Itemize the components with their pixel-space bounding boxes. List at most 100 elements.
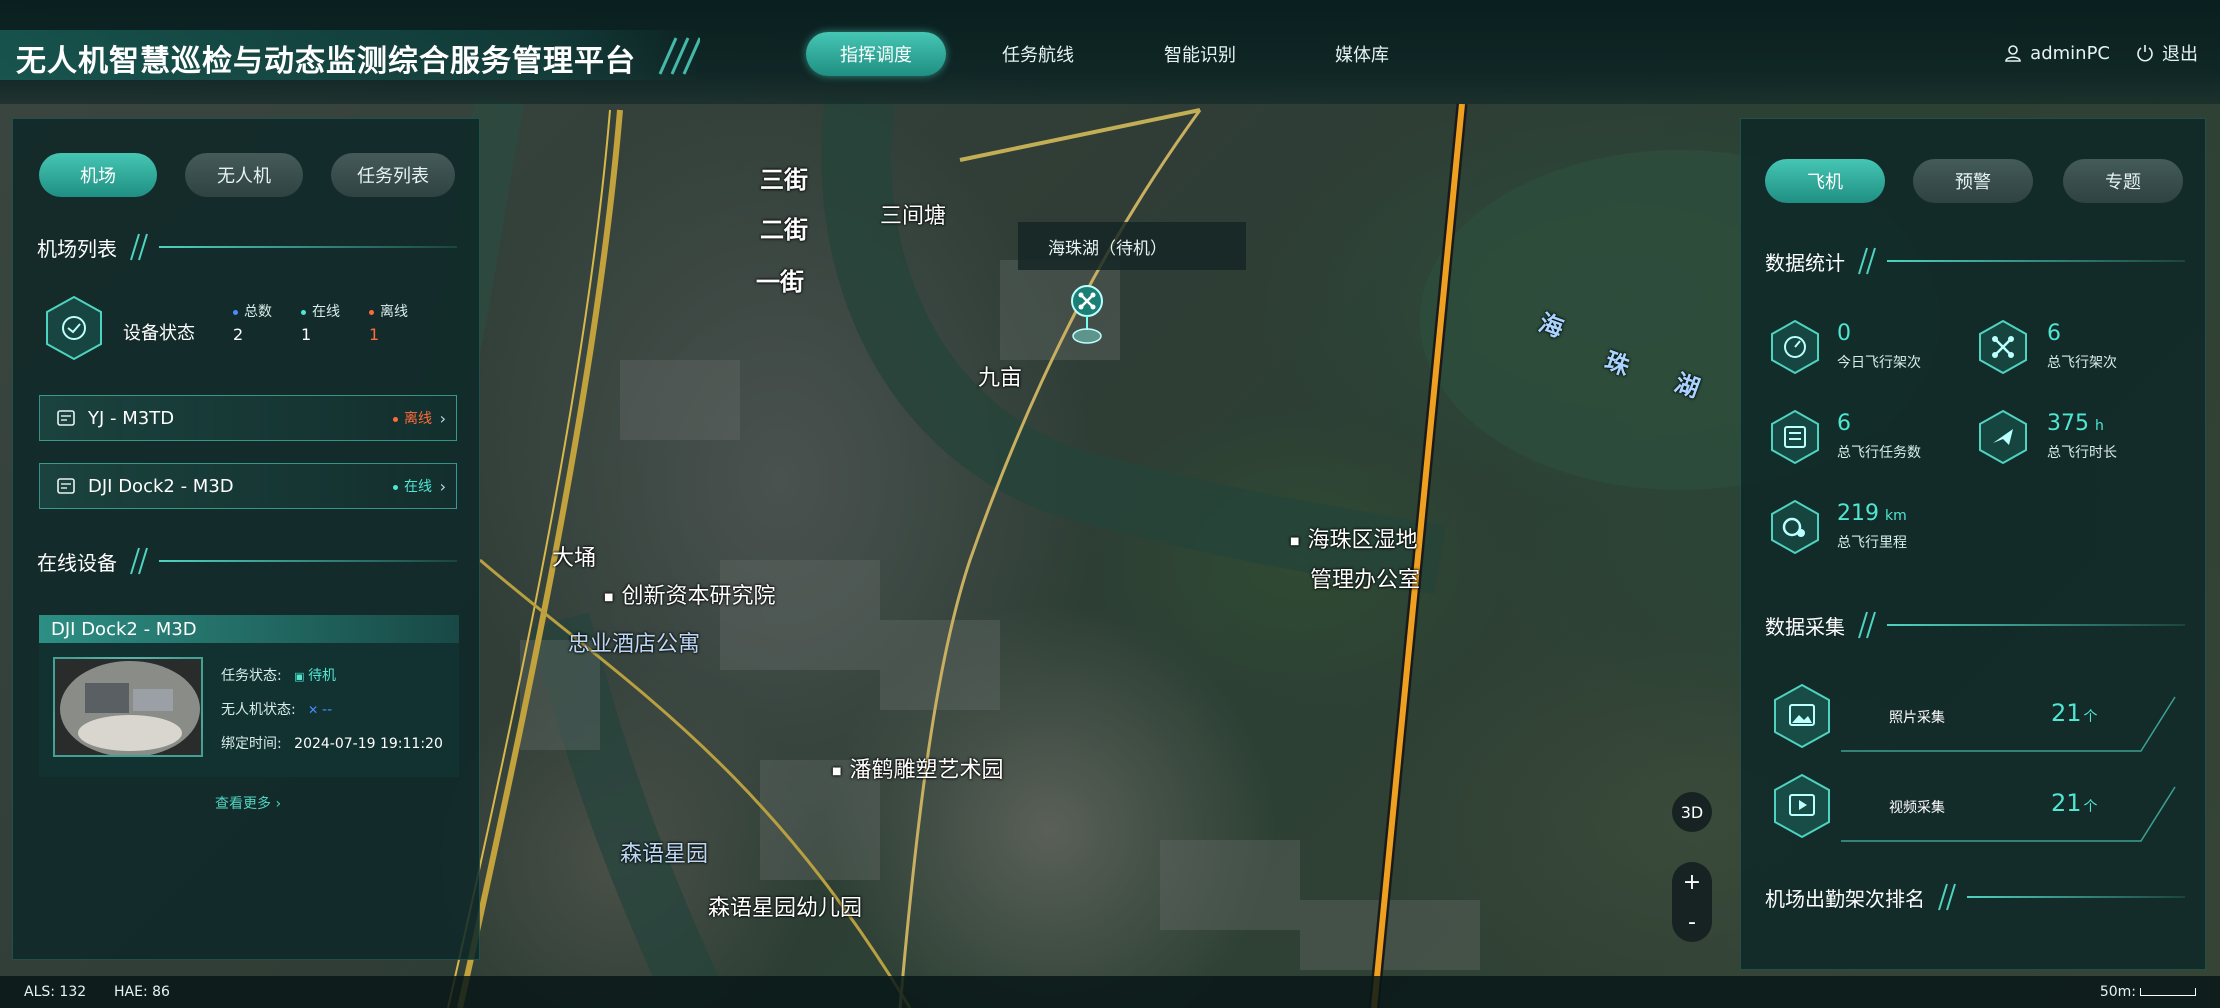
airport-list-header: 机场列表 (37, 229, 457, 265)
dock-popup: 海珠湖（待机） (1018, 222, 1246, 270)
device-status: 设备状态 总数 2 在线 1 离线 1 (37, 295, 457, 367)
stat-today-flights: 0 今日飞行架次 (1837, 321, 1921, 371)
data-stats-title: 数据统计 (1765, 250, 1845, 275)
right-panel: 飞机 预警 专题 数据统计 0 今日飞行架次 6 总飞行架次 6 总飞行任务数 … (1740, 118, 2206, 970)
mileage-icon (1771, 499, 1819, 555)
map-label-panhe: 潘鹤雕塑艺术园 (832, 752, 1003, 784)
map-label-senyu-kindergarten: 森语星园幼儿园 (708, 896, 863, 921)
stat-offline: 离线 1 (369, 304, 408, 344)
map-label-dayong: 大埇 (552, 546, 597, 571)
tab-aircraft[interactable]: 飞机 (1765, 159, 1885, 203)
map-label-street1: 一街 (756, 268, 804, 296)
see-more-link[interactable]: 查看更多 › (215, 793, 281, 813)
dock-name: YJ - M3TD (88, 407, 175, 429)
collect-photo-label: 照片采集 (1889, 710, 1945, 726)
dock-row-dji-dock2-m3d[interactable]: DJI Dock2 - M3D 在线 › (39, 463, 457, 509)
airport-list-title: 机场列表 (37, 236, 117, 261)
stat-total-tasks: 6 总飞行任务数 (1837, 411, 1921, 461)
scale-bar (2140, 988, 2196, 996)
left-panel: 机场 无人机 任务列表 机场列表 设备状态 总数 2 在线 1 离线 1 YJ … (12, 118, 480, 960)
device-status-label: 设备状态 (123, 323, 195, 344)
ranking-header: 机场出勤架次排名 (1765, 879, 2185, 915)
logout-button[interactable]: 退出 (2136, 40, 2198, 66)
power-icon (2137, 45, 2153, 62)
stat-total-flights: 6 总飞行架次 (2047, 321, 2117, 371)
online-card-title: DJI Dock2 - M3D (39, 615, 459, 643)
online-devices-header: 在线设备 (37, 543, 457, 579)
als-readout: ALS: 132 (24, 984, 87, 1000)
task-status-row: 任务状态: ▣ 待机 (221, 668, 337, 684)
dock-row-yj-m3td[interactable]: YJ - M3TD 离线 › (39, 395, 457, 441)
nav-tab-command-dispatch[interactable]: 指挥调度 (806, 32, 946, 76)
collect-photo-value: 21 个 (2051, 699, 2098, 727)
slash-decor-icon (130, 547, 148, 575)
collect-video-row[interactable]: 视频采集 21 个 (1771, 773, 2181, 843)
data-stats-header: 数据统计 (1765, 243, 2185, 279)
section-decor (127, 546, 457, 576)
collect-video-label: 视频采集 (1889, 800, 1945, 816)
username: adminPC (2030, 42, 2110, 64)
chevron-right-icon: › (439, 408, 446, 428)
map-label-chuangxin: 创新资本研究院 (604, 578, 775, 610)
title-slash-decor-icon (658, 37, 700, 75)
zoom-in-button[interactable]: + (1672, 862, 1712, 902)
section-decor (1935, 882, 2185, 912)
section-decor (1855, 610, 2185, 640)
dock-icon (57, 410, 75, 426)
nav-tab-task-route[interactable]: 任务航线 (968, 32, 1108, 76)
tab-task-list[interactable]: 任务列表 (331, 153, 455, 197)
plane-icon (1979, 409, 2027, 465)
task-status-value: ▣ 待机 (294, 668, 337, 684)
map-label-zhongye: 忠业酒店公寓 (568, 632, 701, 657)
video-icon (1774, 773, 1830, 839)
section-decor (1855, 246, 2185, 276)
map-label-senyu: 森语星园 (620, 842, 709, 867)
map-label-street3: 三街 (760, 166, 808, 194)
stat-total-mileage: 219 km 总飞行里程 (1837, 501, 1907, 551)
online-device-card[interactable]: DJI Dock2 - M3D 任务状态: ▣ 待机 无人机状态: ✕ -- 绑… (39, 615, 459, 777)
zoom-controls: + - (1672, 862, 1712, 942)
collect-photo-row[interactable]: 照片采集 21 个 (1771, 683, 2181, 753)
dock-state: 在线 (393, 476, 432, 496)
bind-time-value: 2024-07-19 19:11:20 (294, 736, 443, 752)
tab-airport[interactable]: 机场 (39, 153, 157, 197)
stat-total-flight-time: 375 h 总飞行时长 (2047, 411, 2117, 461)
status-bar: ALS: 132 HAE: 86 50m: (0, 976, 2220, 1008)
tab-topic[interactable]: 专题 (2063, 159, 2183, 203)
user-menu[interactable]: adminPC (2004, 43, 2110, 64)
map-3d-toggle-button[interactable]: 3D (1672, 792, 1712, 832)
user-area: adminPC 退出 (2004, 40, 2198, 66)
dock-icon (57, 478, 75, 494)
zoom-out-button[interactable]: - (1672, 902, 1712, 942)
app-title: 无人机智慧巡检与动态监测综合服务管理平台 (16, 44, 636, 79)
tab-warning[interactable]: 预警 (1913, 159, 2033, 203)
tab-drone[interactable]: 无人机 (185, 153, 303, 197)
chevron-right-icon: › (275, 796, 282, 812)
map-label-sanjiantang: 三间塘 (880, 204, 947, 229)
drone-status-row: 无人机状态: ✕ -- (221, 702, 333, 718)
dock-name: DJI Dock2 - M3D (88, 475, 234, 497)
nav-tab-smart-recognition[interactable]: 智能识别 (1130, 32, 1270, 76)
map-label-wetland-office-1: 海珠区湿地 (1290, 522, 1417, 554)
stat-online: 在线 1 (301, 304, 340, 344)
slash-decor-icon (1858, 247, 1876, 275)
chevron-right-icon: › (439, 476, 446, 496)
title-banner: 无人机智慧巡检与动态监测综合服务管理平台 (0, 30, 700, 80)
online-devices-title: 在线设备 (37, 550, 117, 575)
nav-tab-media-library[interactable]: 媒体库 (1292, 32, 1432, 76)
collect-video-value: 21 个 (2051, 789, 2098, 817)
logout-label: 退出 (2162, 44, 2198, 65)
task-list-icon (1771, 409, 1819, 465)
map-scale: 50m: (2100, 984, 2196, 1000)
hae-readout: HAE: 86 (114, 984, 170, 1000)
camera-thumbnail[interactable] (53, 657, 203, 757)
map-label-jiumu: 九亩 (978, 366, 1023, 391)
drone-status-value: ✕ -- (308, 702, 333, 718)
stat-total: 总数 2 (233, 304, 272, 344)
bind-time-row: 绑定时间: 2024-07-19 19:11:20 (221, 736, 443, 752)
dock-marker-icon[interactable] (1070, 284, 1104, 348)
drone-icon (1979, 319, 2027, 375)
user-icon (2005, 45, 2021, 62)
top-bar: 无人机智慧巡检与动态监测综合服务管理平台 指挥调度 任务航线 智能识别 媒体库 … (0, 0, 2220, 104)
map-label-wetland-office-2: 管理办公室 (1310, 568, 1421, 593)
